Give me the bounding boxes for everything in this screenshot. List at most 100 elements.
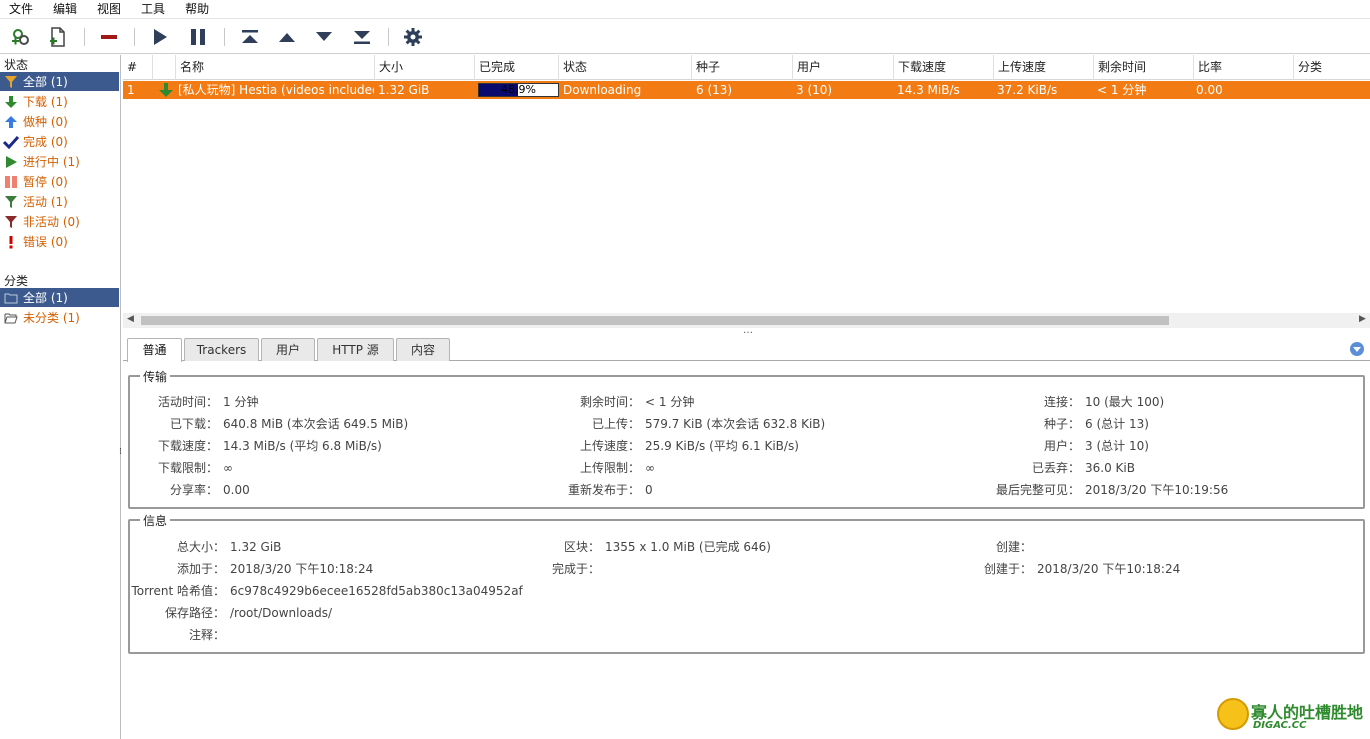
col-name[interactable]: 名称 [176,55,375,80]
smiley-face-icon [1217,698,1249,730]
sidebar-item-seeding[interactable]: 做种 (0) [0,112,119,131]
col-index[interactable]: # [123,55,153,80]
cell-seeds: 6 (13) [696,83,733,97]
sidebar-resize-handle[interactable]: ⁞ [119,447,122,461]
sidebar-item-active[interactable]: 活动 (1) [0,192,119,211]
detail-tabs: 普通 Trackers 用户 HTTP 源 内容 [123,336,1370,362]
move-top-icon [242,30,258,43]
seeds: 种子： 6 (总计 13) [1043,417,1149,431]
wasted: 已丢弃： 36.0 KiB [1031,461,1135,475]
reannounce-in: 重新发布于： 0 [567,483,653,497]
scroll-right-icon[interactable]: ▶ [1359,314,1366,324]
folder-all-icon [3,290,19,306]
cell-name: [私人玩物] Hestia (videos included) [178,83,374,97]
tab-http-sources[interactable]: HTTP 源 [317,338,394,361]
settings-icon [404,28,422,46]
col-eta[interactable]: 剩余时间 [1094,55,1194,80]
progress-text: 48.9% [501,83,536,96]
settings-button[interactable] [400,25,426,49]
error-icon [3,234,19,250]
add-file-icon [50,27,65,47]
scroll-left-icon[interactable]: ◀ [127,314,134,324]
remove-button[interactable] [96,25,122,49]
move-bottom-button[interactable] [349,25,375,49]
col-progress[interactable]: 已完成 [475,55,559,80]
panel-splitter[interactable]: … [123,325,1370,336]
move-up-icon [279,33,295,42]
sidebar-item-all[interactable]: 全部 (1) [0,72,119,91]
cell-status: Downloading [563,83,642,97]
category-item-all[interactable]: 全部 (1) [0,288,119,307]
download-limit: 下载限制： ∞ [157,461,233,475]
cell-category [1292,81,1370,99]
add-link-button[interactable] [8,25,34,49]
cell-ratio: 0.00 [1196,83,1223,97]
move-top-button[interactable] [237,25,263,49]
col-state-icon[interactable] [153,55,176,80]
col-dl-speed[interactable]: 下载速度 [894,55,994,80]
tab-trackers[interactable]: Trackers [184,338,259,361]
sidebar-item-paused[interactable]: 暂停 (0) [0,172,119,191]
table-header: # 名称 大小 已完成 状态 种子 用户 下载速度 上传速度 剩余时间 比率 分… [123,55,1370,80]
sidebar-item-inactive[interactable]: 非活动 (0) [0,212,119,231]
tab-peers[interactable]: 用户 [261,338,315,361]
resume-button[interactable] [147,25,173,49]
pause-icon [191,29,205,45]
menu-help[interactable]: 帮助 [175,0,219,19]
uploaded: 已上传： 579.7 KiB (本次会话 632.8 KiB) [591,417,826,431]
pause-button[interactable] [185,25,211,49]
completed-on: 完成于： [551,562,600,576]
progress-bar: 48.9% [478,83,559,97]
menu-tools[interactable]: 工具 [131,0,175,19]
move-up-button[interactable] [274,25,300,49]
sidebar-item-label: 暂停 (0) [23,175,68,189]
move-down-button[interactable] [311,25,337,49]
col-size[interactable]: 大小 [375,55,475,80]
move-bottom-icon [354,31,370,44]
tab-content[interactable]: 内容 [396,338,450,361]
splitter-grip-icon: … [743,325,753,336]
created-on: 创建于： 2018/3/20 下午10:18:24 [983,562,1181,576]
cell-index: 1 [127,83,135,97]
menu-bar: 文件 编辑 视图 工具 帮助 [0,0,1370,19]
sidebar-item-label: 完成 (0) [23,135,68,149]
add-file-button[interactable] [45,25,71,49]
tab-general[interactable]: 普通 [127,338,182,362]
col-ul-speed[interactable]: 上传速度 [994,55,1094,80]
checkmark-icon [3,134,19,150]
menu-edit[interactable]: 编辑 [43,0,87,19]
sidebar-item-label: 非活动 (0) [23,215,80,229]
col-category[interactable]: 分类 [1294,55,1370,80]
category-item-uncategorized[interactable]: 未分类 (1) [0,308,119,327]
sidebar-item-label: 活动 (1) [23,195,68,209]
add-link-icon [12,29,29,45]
filter-inactive-icon [3,214,19,230]
col-ratio[interactable]: 比率 [1194,55,1294,80]
menu-view[interactable]: 视图 [87,0,131,19]
sidebar-item-label: 进行中 (1) [23,155,80,169]
filter-all-icon [3,74,19,90]
collapse-panel-icon[interactable] [1350,342,1364,356]
category-header: 分类 [4,274,29,288]
col-peers[interactable]: 用户 [793,55,894,80]
menu-file[interactable]: 文件 [0,0,43,19]
pieces: 区块： 1355 x 1.0 MiB (已完成 646) [563,540,771,554]
table-row[interactable]: 1 [私人玩物] Hestia (videos included) 1.32 G… [123,81,1370,99]
downloaded: 已下载： 640.8 MiB (本次会话 649.5 MiB) [169,417,409,431]
scrollbar-thumb[interactable] [141,316,1169,325]
sidebar-item-label: 全部 (1) [23,75,68,89]
torrent-table: # 名称 大小 已完成 状态 种子 用户 下载速度 上传速度 剩余时间 比率 分… [123,55,1370,329]
sidebar-item-running[interactable]: 进行中 (1) [0,152,119,171]
active-time: 活动时间： 1 分钟 [157,395,259,409]
col-status[interactable]: 状态 [559,55,692,80]
total-size: 总大小： 1.32 GiB [176,540,282,554]
sidebar-item-errored[interactable]: 错误 (0) [0,232,119,251]
sidebar-item-downloading[interactable]: 下载 (1) [0,92,119,111]
created-by: 创建： [995,540,1032,554]
sidebar-item-label: 做种 (0) [23,115,68,129]
save-path: 保存路径：/root/Downloads/ [164,606,333,620]
sidebar-item-label: 下载 (1) [23,95,68,109]
upload-arrow-icon [3,114,19,130]
col-seeds[interactable]: 种子 [692,55,793,80]
sidebar-item-completed[interactable]: 完成 (0) [0,132,119,151]
